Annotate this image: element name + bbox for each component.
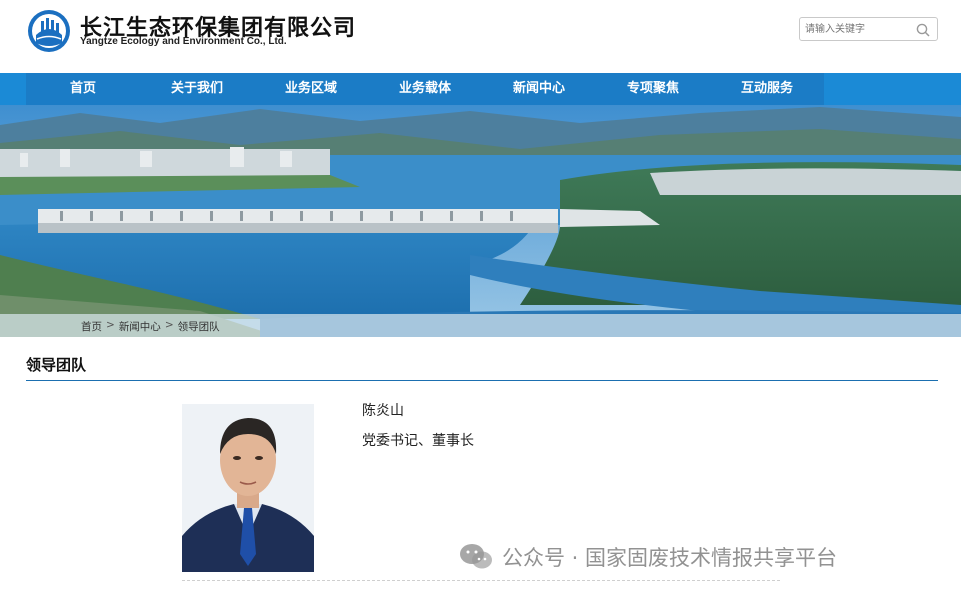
- nav-item-home[interactable]: 首页: [26, 73, 140, 105]
- card-divider: [182, 580, 780, 581]
- breadcrumb-home[interactable]: 首页: [81, 319, 102, 334]
- leader-title: 党委书记、董事长: [362, 433, 474, 449]
- dam-banner-image: [0, 105, 961, 337]
- breadcrumb-news[interactable]: 新闻中心: [119, 319, 161, 334]
- search-input[interactable]: [805, 21, 913, 37]
- watermark-text: 公众号 · 国家固废技术情报共享平台: [502, 546, 838, 570]
- nav-item-news[interactable]: 新闻中心: [482, 73, 596, 105]
- title-divider: [26, 380, 938, 381]
- breadcrumb: 首页 > 新闻中心 > 领导团队: [81, 319, 220, 334]
- breadcrumb-separator: >: [106, 319, 115, 331]
- wechat-icon: [460, 544, 492, 569]
- nav-item-business-area[interactable]: 业务区域: [254, 73, 368, 105]
- watermark: 公众号 · 国家固废技术情报共享平台: [458, 541, 837, 573]
- search-icon[interactable]: [915, 22, 931, 38]
- search-box: [799, 17, 938, 41]
- nav-item-interactive[interactable]: 互动服务: [710, 73, 824, 105]
- nav-item-special-focus[interactable]: 专项聚焦: [596, 73, 710, 105]
- site-header: 长江生态环保集团有限公司 Yangtze Ecology and Environ…: [0, 0, 961, 73]
- company-logo-icon[interactable]: [27, 9, 71, 53]
- breadcrumb-bar: 首页 > 新闻中心 > 领导团队: [0, 314, 961, 337]
- page-title: 领导团队: [26, 356, 87, 374]
- breadcrumb-separator: >: [164, 319, 174, 331]
- breadcrumb-current: 领导团队: [177, 321, 220, 333]
- nav-item-business-carrier[interactable]: 业务载体: [368, 73, 482, 105]
- leader-name: 陈炎山: [362, 403, 404, 419]
- main-nav-items: 首页 关于我们 业务区域 业务载体 新闻中心 专项聚焦 互动服务: [26, 73, 824, 105]
- leader-photo: [182, 404, 314, 572]
- brand-name-en: Yangtze Ecology and Environment Co., Ltd…: [80, 36, 287, 47]
- nav-item-about[interactable]: 关于我们: [140, 73, 254, 105]
- main-nav: 首页 关于我们 业务区域 业务载体 新闻中心 专项聚焦 互动服务: [0, 73, 961, 105]
